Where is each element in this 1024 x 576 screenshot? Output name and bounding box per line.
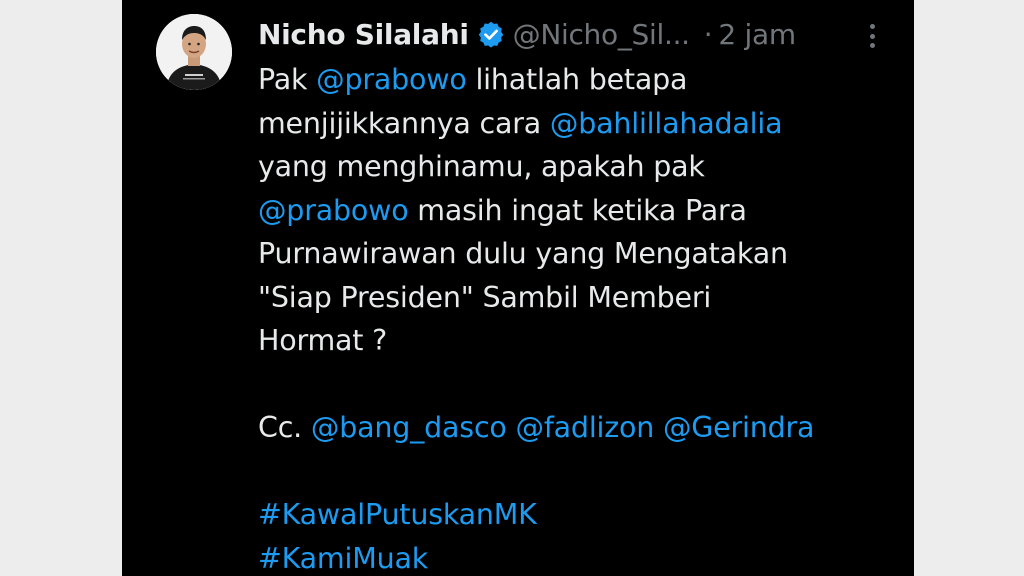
- mention-link-gerindra[interactable]: @Gerindra: [663, 411, 814, 444]
- more-dot: [869, 24, 875, 29]
- profile-avatar[interactable]: [156, 14, 232, 90]
- tweet-line: yang menghinamu, apakah pak: [258, 150, 705, 183]
- header-separator: ·: [703, 17, 713, 51]
- tweet-text: Pak @prabowo lihatlah betapa menjijikkan…: [258, 58, 898, 576]
- text-segment: Pak: [258, 63, 317, 96]
- tweet-line: @prabowo masih ingat ketika Para: [258, 189, 898, 233]
- left-margin: [0, 0, 122, 576]
- hashtag-kawalputuskanmk[interactable]: #KawalPutuskanMK: [258, 498, 537, 531]
- text-segment: lihatlah betapa: [466, 63, 688, 96]
- hashtag-line: #KawalPutuskanMK: [258, 493, 898, 537]
- right-margin: [914, 0, 1024, 576]
- tweet-line: Pak @prabowo lihatlah betapa: [258, 58, 898, 102]
- mention-link-bang-dasco[interactable]: @bang_dasco: [311, 411, 507, 444]
- tweet-line: "Siap Presiden" Sambil Memberi: [258, 280, 712, 314]
- tweet-line: menjijikkannya cara @bahlillahadalia: [258, 102, 898, 146]
- avatar-photo: [156, 14, 232, 90]
- more-dot: [869, 43, 875, 48]
- hashtag-kamimuak[interactable]: #KamiMuak: [258, 542, 428, 575]
- verified-badge-icon: [477, 20, 505, 48]
- tweet-line: Purnawirawan dulu yang Mengatakan: [258, 237, 788, 270]
- more-dot: [869, 33, 875, 39]
- mention-link-prabowo[interactable]: @prabowo: [258, 194, 409, 227]
- text-segment: masih ingat ketika Para: [408, 193, 747, 227]
- author-handle[interactable]: @Nicho_Sil...: [513, 18, 690, 51]
- hashtag-line: #KamiMuak: [258, 537, 898, 576]
- tweet-card[interactable]: Nicho Silalahi @Nicho_Sil... · 2 jam Pak…: [122, 0, 914, 576]
- mention-link-prabowo[interactable]: @prabowo: [316, 63, 467, 96]
- cc-line: Cc. @bang_dasco @fadlizon @Gerindra: [258, 406, 898, 450]
- mention-link-bahlillahadalia[interactable]: @bahlillahadalia: [550, 107, 783, 140]
- more-options-icon[interactable]: [860, 20, 884, 52]
- tweet-timestamp[interactable]: 2 jam: [718, 18, 796, 51]
- text-segment: menjijikkannya cara: [258, 106, 550, 140]
- author-display-name[interactable]: Nicho Silalahi: [258, 18, 469, 51]
- tweet-header: Nicho Silalahi @Nicho_Sil... · 2 jam: [258, 14, 796, 54]
- screenshot-canvas: Nicho Silalahi @Nicho_Sil... · 2 jam Pak…: [0, 0, 1024, 576]
- cc-label: Cc.: [258, 411, 311, 444]
- tweet-line: Hormat ?: [258, 324, 388, 357]
- mention-link-fadlizon[interactable]: @fadlizon: [516, 411, 655, 444]
